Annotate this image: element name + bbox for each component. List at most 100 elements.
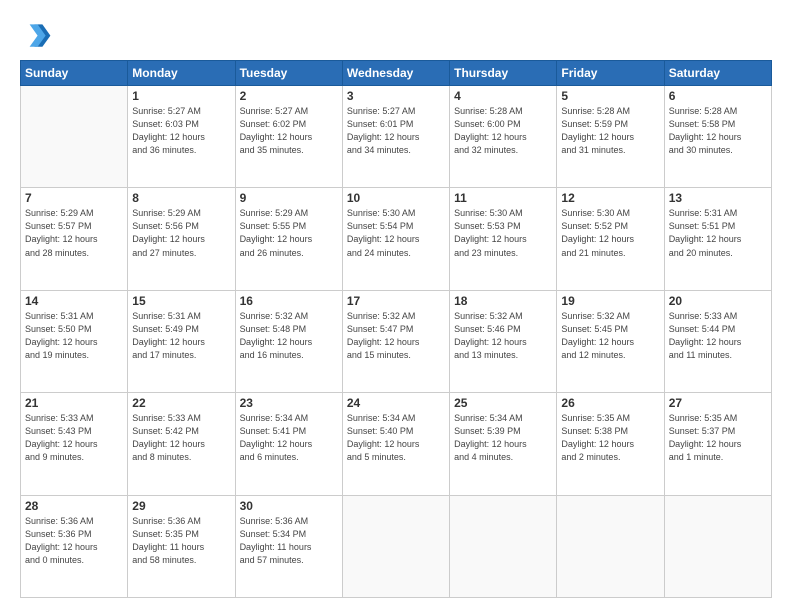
day-info: Sunrise: 5:32 AM Sunset: 5:47 PM Dayligh… <box>347 310 445 362</box>
day-info: Sunrise: 5:33 AM Sunset: 5:44 PM Dayligh… <box>669 310 767 362</box>
day-info: Sunrise: 5:35 AM Sunset: 5:38 PM Dayligh… <box>561 412 659 464</box>
week-row-1: 1 Sunrise: 5:27 AM Sunset: 6:03 PM Daylig… <box>21 86 772 188</box>
day-number: 19 <box>561 294 659 308</box>
header <box>20 18 772 50</box>
day-number: 11 <box>454 191 552 205</box>
day-cell: 25 Sunrise: 5:34 AM Sunset: 5:39 PM Dayli… <box>450 393 557 495</box>
day-info: Sunrise: 5:29 AM Sunset: 5:56 PM Dayligh… <box>132 207 230 259</box>
day-number: 30 <box>240 499 338 513</box>
day-cell: 15 Sunrise: 5:31 AM Sunset: 5:49 PM Dayli… <box>128 290 235 392</box>
week-row-2: 7 Sunrise: 5:29 AM Sunset: 5:57 PM Daylig… <box>21 188 772 290</box>
day-number: 26 <box>561 396 659 410</box>
day-cell: 3 Sunrise: 5:27 AM Sunset: 6:01 PM Daylig… <box>342 86 449 188</box>
day-number: 10 <box>347 191 445 205</box>
day-cell: 16Sunrise: 5:32 AM Sunset: 5:48 PM Dayli… <box>235 290 342 392</box>
day-info: Sunrise: 5:30 AM Sunset: 5:52 PM Dayligh… <box>561 207 659 259</box>
day-cell <box>342 495 449 597</box>
day-cell: 24 Sunrise: 5:34 AM Sunset: 5:40 PM Dayli… <box>342 393 449 495</box>
day-cell: 17 Sunrise: 5:32 AM Sunset: 5:47 PM Dayli… <box>342 290 449 392</box>
day-cell <box>664 495 771 597</box>
day-info: Sunrise: 5:32 AM Sunset: 5:48 PM Dayligh… <box>240 310 338 362</box>
day-info: Sunrise: 5:36 AM Sunset: 5:34 PM Dayligh… <box>240 515 338 567</box>
day-number: 21 <box>25 396 123 410</box>
day-info: Sunrise: 5:27 AM Sunset: 6:03 PM Dayligh… <box>132 105 230 157</box>
weekday-header-monday: Monday <box>128 61 235 86</box>
day-cell <box>21 86 128 188</box>
day-cell: 5 Sunrise: 5:28 AM Sunset: 5:59 PM Daylig… <box>557 86 664 188</box>
day-cell: 29 Sunrise: 5:36 AM Sunset: 5:35 PM Dayli… <box>128 495 235 597</box>
day-info: Sunrise: 5:31 AM Sunset: 5:51 PM Dayligh… <box>669 207 767 259</box>
day-cell: 21 Sunrise: 5:33 AM Sunset: 5:43 PM Dayli… <box>21 393 128 495</box>
day-number: 20 <box>669 294 767 308</box>
day-cell <box>450 495 557 597</box>
day-number: 7 <box>25 191 123 205</box>
day-info: Sunrise: 5:31 AM Sunset: 5:50 PM Dayligh… <box>25 310 123 362</box>
day-cell: 2Sunrise: 5:27 AM Sunset: 6:02 PM Daylig… <box>235 86 342 188</box>
day-cell: 8 Sunrise: 5:29 AM Sunset: 5:56 PM Daylig… <box>128 188 235 290</box>
day-info: Sunrise: 5:35 AM Sunset: 5:37 PM Dayligh… <box>669 412 767 464</box>
day-cell: 23 Sunrise: 5:34 AM Sunset: 5:41 PM Dayli… <box>235 393 342 495</box>
day-info: Sunrise: 5:33 AM Sunset: 5:42 PM Dayligh… <box>132 412 230 464</box>
day-number: 3 <box>347 89 445 103</box>
day-number: 25 <box>454 396 552 410</box>
day-number: 9 <box>240 191 338 205</box>
calendar-table: SundayMondayTuesdayWednesdayThursdayFrid… <box>20 60 772 598</box>
day-number: 17 <box>347 294 445 308</box>
day-info: Sunrise: 5:28 AM Sunset: 5:58 PM Dayligh… <box>669 105 767 157</box>
weekday-header-tuesday: Tuesday <box>235 61 342 86</box>
day-info: Sunrise: 5:34 AM Sunset: 5:40 PM Dayligh… <box>347 412 445 464</box>
day-cell: 20 Sunrise: 5:33 AM Sunset: 5:44 PM Dayli… <box>664 290 771 392</box>
day-cell: 30 Sunrise: 5:36 AM Sunset: 5:34 PM Dayli… <box>235 495 342 597</box>
day-info: Sunrise: 5:34 AM Sunset: 5:41 PM Dayligh… <box>240 412 338 464</box>
day-cell: 22 Sunrise: 5:33 AM Sunset: 5:42 PM Dayli… <box>128 393 235 495</box>
week-row-3: 14 Sunrise: 5:31 AM Sunset: 5:50 PM Dayli… <box>21 290 772 392</box>
day-info: Sunrise: 5:36 AM Sunset: 5:35 PM Dayligh… <box>132 515 230 567</box>
weekday-header-wednesday: Wednesday <box>342 61 449 86</box>
day-cell: 18Sunrise: 5:32 AM Sunset: 5:46 PM Dayli… <box>450 290 557 392</box>
day-number: 27 <box>669 396 767 410</box>
day-number: 23 <box>240 396 338 410</box>
day-cell <box>557 495 664 597</box>
day-cell: 12Sunrise: 5:30 AM Sunset: 5:52 PM Dayli… <box>557 188 664 290</box>
day-cell: 26 Sunrise: 5:35 AM Sunset: 5:38 PM Dayli… <box>557 393 664 495</box>
day-info: Sunrise: 5:30 AM Sunset: 5:54 PM Dayligh… <box>347 207 445 259</box>
weekday-header-sunday: Sunday <box>21 61 128 86</box>
day-info: Sunrise: 5:29 AM Sunset: 5:57 PM Dayligh… <box>25 207 123 259</box>
week-row-5: 28Sunrise: 5:36 AM Sunset: 5:36 PM Dayli… <box>21 495 772 597</box>
day-number: 14 <box>25 294 123 308</box>
logo <box>20 18 56 50</box>
page: SundayMondayTuesdayWednesdayThursdayFrid… <box>0 0 792 612</box>
day-cell: 7 Sunrise: 5:29 AM Sunset: 5:57 PM Daylig… <box>21 188 128 290</box>
week-row-4: 21 Sunrise: 5:33 AM Sunset: 5:43 PM Dayli… <box>21 393 772 495</box>
day-cell: 6Sunrise: 5:28 AM Sunset: 5:58 PM Daylig… <box>664 86 771 188</box>
day-number: 5 <box>561 89 659 103</box>
logo-icon <box>20 18 52 50</box>
day-info: Sunrise: 5:28 AM Sunset: 5:59 PM Dayligh… <box>561 105 659 157</box>
day-cell: 27 Sunrise: 5:35 AM Sunset: 5:37 PM Dayli… <box>664 393 771 495</box>
day-number: 24 <box>347 396 445 410</box>
day-number: 22 <box>132 396 230 410</box>
day-number: 13 <box>669 191 767 205</box>
day-info: Sunrise: 5:31 AM Sunset: 5:49 PM Dayligh… <box>132 310 230 362</box>
day-info: Sunrise: 5:27 AM Sunset: 6:01 PM Dayligh… <box>347 105 445 157</box>
day-cell: 28Sunrise: 5:36 AM Sunset: 5:36 PM Dayli… <box>21 495 128 597</box>
weekday-header-saturday: Saturday <box>664 61 771 86</box>
day-cell: 11Sunrise: 5:30 AM Sunset: 5:53 PM Dayli… <box>450 188 557 290</box>
day-number: 1 <box>132 89 230 103</box>
day-info: Sunrise: 5:32 AM Sunset: 5:46 PM Dayligh… <box>454 310 552 362</box>
day-info: Sunrise: 5:34 AM Sunset: 5:39 PM Dayligh… <box>454 412 552 464</box>
day-info: Sunrise: 5:32 AM Sunset: 5:45 PM Dayligh… <box>561 310 659 362</box>
day-cell: 19 Sunrise: 5:32 AM Sunset: 5:45 PM Dayli… <box>557 290 664 392</box>
day-info: Sunrise: 5:29 AM Sunset: 5:55 PM Dayligh… <box>240 207 338 259</box>
day-cell: 4 Sunrise: 5:28 AM Sunset: 6:00 PM Daylig… <box>450 86 557 188</box>
day-info: Sunrise: 5:28 AM Sunset: 6:00 PM Dayligh… <box>454 105 552 157</box>
day-number: 8 <box>132 191 230 205</box>
day-number: 29 <box>132 499 230 513</box>
day-cell: 1 Sunrise: 5:27 AM Sunset: 6:03 PM Daylig… <box>128 86 235 188</box>
day-info: Sunrise: 5:33 AM Sunset: 5:43 PM Dayligh… <box>25 412 123 464</box>
day-number: 2 <box>240 89 338 103</box>
day-number: 15 <box>132 294 230 308</box>
day-cell: 9 Sunrise: 5:29 AM Sunset: 5:55 PM Daylig… <box>235 188 342 290</box>
day-number: 4 <box>454 89 552 103</box>
weekday-header-thursday: Thursday <box>450 61 557 86</box>
